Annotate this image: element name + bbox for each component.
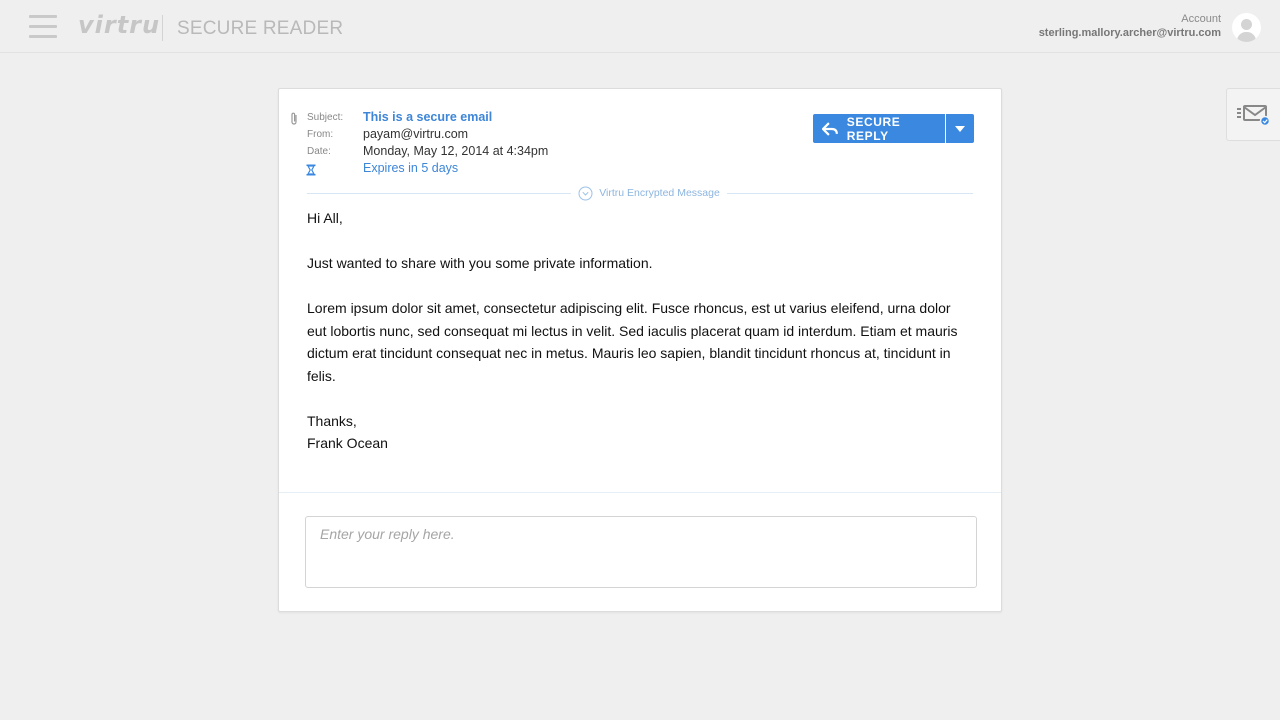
account-info[interactable]: Account sterling.mallory.archer@virtru.c… (1039, 13, 1221, 40)
secure-reply-label: SECURE REPLY (846, 114, 901, 143)
from-value: payam@virtru.com (363, 127, 469, 141)
chevron-down-icon (955, 125, 965, 132)
brand-logo[interactable]: virtru (78, 11, 160, 39)
body-signature: Frank Ocean (307, 435, 388, 451)
inbox-envelope-icon (1237, 105, 1271, 127)
account-label: Account (1181, 13, 1221, 25)
secure-reply-button[interactable]: SECURE REPLY (813, 114, 945, 143)
subject-label: Subject: (307, 112, 344, 123)
encrypted-label: Virtru Encrypted Message (599, 187, 720, 199)
separator-left (307, 193, 571, 194)
product-name: SECURE READER (177, 18, 344, 39)
shield-icon (578, 186, 593, 200)
date-label: Date: (307, 146, 331, 157)
message-body: Hi All, Just wanted to share with you so… (307, 207, 967, 455)
encrypted-badge: Virtru Encrypted Message (572, 185, 726, 201)
menu-icon[interactable] (29, 15, 57, 39)
subject-value: This is a secure email (363, 110, 493, 124)
body-line: Just wanted to share with you some priva… (307, 255, 653, 271)
top-bar: virtru SECURE READER Account sterling.ma… (0, 0, 1280, 53)
expires-value[interactable]: Expires in 5 days (363, 161, 458, 175)
reply-divider (279, 492, 1001, 493)
reply-input[interactable] (305, 516, 977, 588)
account-email: sterling.mallory.archer@virtru.com (1038, 27, 1221, 39)
reply-options-dropdown[interactable] (946, 114, 974, 143)
separator-right (727, 193, 973, 194)
inbox-tab[interactable] (1226, 88, 1280, 141)
date-value: Monday, May 12, 2014 at 4:34pm (363, 144, 549, 158)
paperclip-icon (291, 112, 297, 125)
brand-divider (162, 15, 163, 41)
message-card: Subject: This is a secure email From: pa… (278, 88, 1002, 612)
user-avatar-icon[interactable] (1232, 13, 1261, 42)
from-label: From: (307, 129, 334, 140)
body-closing: Thanks, (307, 412, 357, 429)
reply-arrow-icon (822, 121, 838, 136)
body-paragraph: Lorem ipsum dolor sit amet, consectetur … (307, 300, 958, 384)
body-greeting: Hi All, (307, 210, 343, 226)
hourglass-icon (306, 164, 316, 176)
